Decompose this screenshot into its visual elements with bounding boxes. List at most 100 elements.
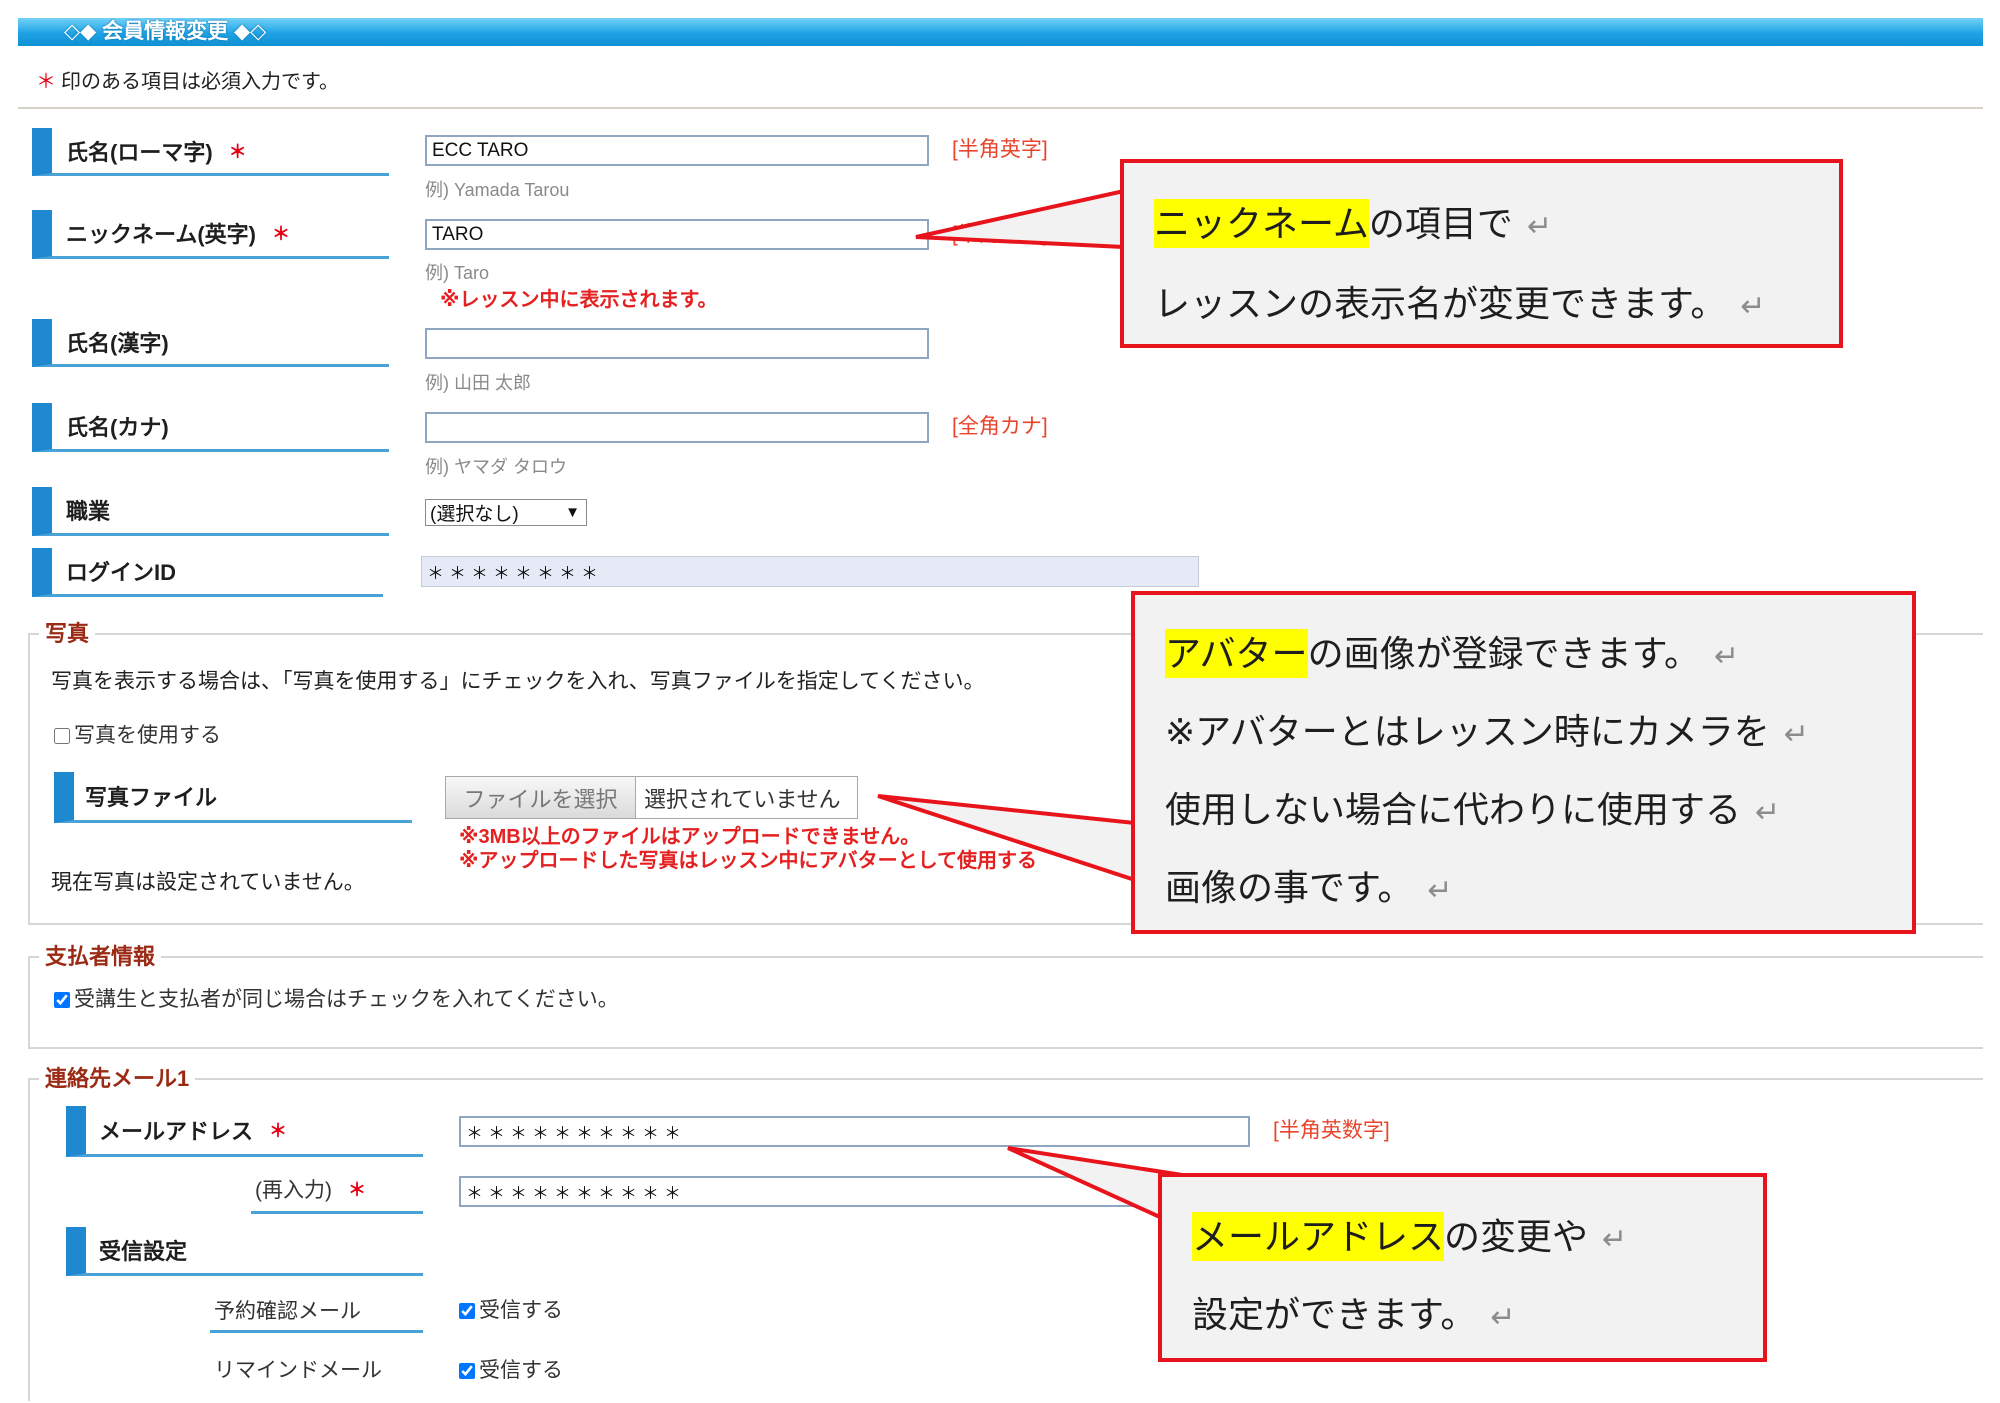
photo-file-input[interactable]: ファイルを選択 選択されていません [445, 776, 858, 819]
callout-line: アバターの画像が登録できます。 ↵ [1165, 616, 1912, 694]
contact-mail-section-title: 連絡先メール1 [39, 1066, 196, 1092]
required-mark: ＊ [348, 1180, 366, 1200]
callout-line: 画像の事です。 ↵ [1165, 850, 1912, 928]
return-mark: ↵ [1713, 640, 1740, 673]
occupation-select[interactable]: (選択なし) ▼ [425, 499, 587, 526]
field-label-text: ログインID [66, 560, 177, 585]
nickname-note: ※レッスン中に表示されます。 [440, 289, 718, 311]
booking-mail-checkbox[interactable] [459, 1303, 475, 1319]
return-mark: ↵ [1602, 1223, 1628, 1256]
file-status-text: 選択されていません [644, 786, 841, 812]
payer-section-title: 支払者情報 [39, 944, 162, 970]
member-info-edit-page: ◇◆ 会員情報変更 ◆◇ ＊ 印のある項目は必須入力です。 氏名(ローマ字) ＊… [0, 0, 2000, 1403]
return-mark: ↵ [1526, 210, 1553, 243]
kana-name-example: 例) ヤマダ タロウ [425, 457, 567, 477]
email-input[interactable] [459, 1116, 1250, 1147]
same-payer-label: 受講生と支払者が同じ場合はチェックを入れてください。 [74, 988, 619, 1011]
photo-instruction: 写真を表示する場合は、「写真を使用する」にチェックを入れ、写真ファイルを指定して… [51, 670, 985, 693]
chevron-down-icon: ▼ [565, 504, 580, 521]
return-mark: ↵ [1490, 1301, 1516, 1334]
photo-section-title: 写真 [39, 621, 96, 647]
romaji-name-input[interactable] [425, 135, 929, 166]
field-label-text: 予約確認メール [214, 1299, 361, 1323]
callout-line: ニックネームの項目で ↵ [1154, 185, 1839, 265]
divider [18, 107, 1983, 109]
field-label-text: 写真ファイル [85, 785, 218, 810]
required-mark: ＊ [269, 1121, 288, 1141]
romaji-name-example: 例) Yamada Tarou [425, 180, 570, 200]
required-mark: ＊ [228, 141, 247, 162]
callout-highlight: アバター [1165, 629, 1308, 678]
kanji-name-input[interactable] [425, 328, 929, 359]
callout-highlight: ニックネーム [1154, 199, 1369, 248]
callout-line: ※アバターとはレッスン時にカメラを ↵ [1165, 694, 1912, 772]
nickname-example: 例) Taro [425, 263, 490, 283]
field-label-text: 氏名(ローマ字) [66, 139, 213, 165]
page-title: ◇◆ 会員情報変更 ◆◇ [64, 20, 267, 43]
callout-line: メールアドレスの変更や ↵ [1192, 1199, 1763, 1277]
nickname-input[interactable] [425, 219, 929, 250]
callout-email: メールアドレスの変更や ↵ 設定ができます。 ↵ [1158, 1173, 1767, 1362]
required-note: 印のある項目は必須入力です。 [61, 71, 339, 93]
field-label-text: 氏名(カナ) [66, 415, 169, 440]
photo-size-note: ※3MB以上のファイルはアップロードできません。 [459, 826, 921, 848]
field-label-email: メールアドレス ＊ [66, 1106, 423, 1157]
callout-text: の項目で [1368, 203, 1513, 244]
field-label-nickname: ニックネーム(英字) ＊ [32, 210, 389, 259]
field-label-text: 氏名(漢字) [66, 330, 169, 356]
field-label-photo-file: 写真ファイル [54, 772, 412, 823]
return-mark: ↵ [1740, 290, 1766, 323]
field-label-booking-mail: 予約確認メール [210, 1289, 423, 1333]
kana-name-input[interactable] [425, 412, 929, 443]
field-label-kanji-name: 氏名(漢字) [32, 319, 389, 367]
field-label-text: ニックネーム(英字) [66, 222, 256, 247]
field-label-romaji-name: 氏名(ローマ字) ＊ [32, 128, 389, 176]
callout-text: レッスンの表示名が変更できます。 [1154, 283, 1727, 324]
callout-text: の画像が登録できます。 [1307, 633, 1700, 674]
field-label-login-id: ログインID [32, 548, 383, 597]
use-photo-label: 写真を使用する [74, 724, 221, 747]
photo-avatar-note: ※アップロードした写真はレッスン中にアバターとして使用する [459, 850, 1038, 872]
callout-text: ※アバターとはレッスン時にカメラを [1165, 711, 1770, 752]
return-mark: ↵ [1755, 796, 1781, 829]
field-label-reminder-mail: リマインドメール [214, 1359, 382, 1382]
photo-current-status: 現在写真は設定されていません。 [51, 871, 365, 894]
field-label-occupation: 職業 [32, 487, 389, 536]
callout-nickname: ニックネームの項目で ↵ レッスンの表示名が変更できます。 ↵ [1120, 159, 1843, 348]
field-label-text: メールアドレス [99, 1119, 254, 1144]
callout-highlight: メールアドレス [1192, 1212, 1445, 1261]
page-header-bar: ◇◆ 会員情報変更 ◆◇ [18, 18, 1983, 46]
callout-text: 使用しない場合に代わりに使用する [1165, 789, 1742, 830]
field-label-text: 職業 [66, 499, 111, 524]
choose-file-button[interactable]: ファイルを選択 [446, 777, 636, 818]
email-confirm-input[interactable] [459, 1176, 1250, 1207]
booking-mail-option-label: 受信する [479, 1299, 563, 1322]
kanji-name-example: 例) 山田 太郎 [425, 373, 531, 393]
occupation-selected-value: (選択なし) [430, 504, 519, 525]
callout-line: レッスンの表示名が変更できます。 ↵ [1154, 265, 1839, 344]
callout-text: の変更や [1444, 1216, 1589, 1257]
field-label-email-confirm: (再入力) ＊ [251, 1167, 423, 1214]
callout-avatar: アバターの画像が登録できます。 ↵ ※アバターとはレッスン時にカメラを ↵ 使用しな… [1131, 591, 1916, 934]
reminder-mail-checkbox[interactable] [459, 1363, 475, 1379]
return-mark: ↵ [1427, 874, 1453, 907]
same-payer-checkbox[interactable] [54, 992, 70, 1008]
callout-text: 設定ができます。 [1192, 1294, 1477, 1335]
field-label-text: 受信設定 [99, 1239, 188, 1264]
required-mark: ＊ [36, 71, 56, 93]
field-label-text: (再入力) [255, 1179, 332, 1202]
required-mark: ＊ [272, 224, 290, 244]
callout-text: 画像の事です。 [1165, 867, 1414, 908]
romaji-name-format-hint: [半角英字] [952, 138, 1048, 161]
login-id-field [421, 556, 1199, 587]
callout-line: 設定ができます。 ↵ [1192, 1277, 1763, 1355]
return-mark: ↵ [1783, 718, 1809, 751]
use-photo-checkbox[interactable] [54, 728, 70, 744]
callout-line: 使用しない場合に代わりに使用する ↵ [1165, 772, 1912, 850]
field-label-kana-name: 氏名(カナ) [32, 403, 389, 452]
nickname-format-hint: [半角英字] [952, 223, 1048, 246]
email-format-hint: [半角英数字] [1273, 1119, 1390, 1142]
kana-name-format-hint: [全角カナ] [952, 415, 1048, 438]
reminder-mail-option-label: 受信する [479, 1359, 563, 1382]
field-label-receive-settings: 受信設定 [66, 1227, 423, 1276]
